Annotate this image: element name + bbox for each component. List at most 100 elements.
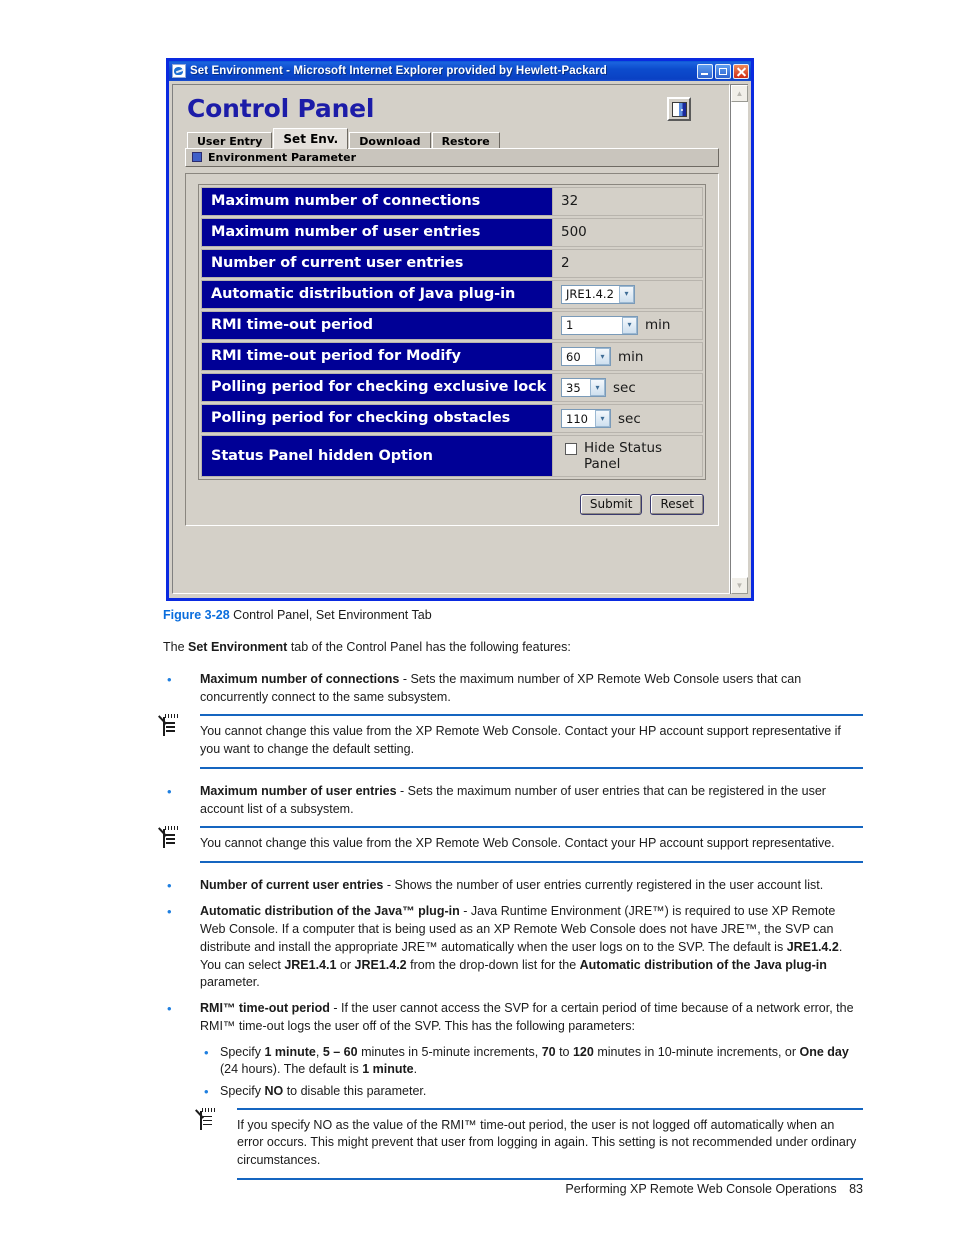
java-bullet-b3: JRE1.4.2 xyxy=(354,957,407,972)
document-body: Figure 3-28 Control Panel, Set Environme… xyxy=(163,608,863,1194)
control-panel-header: Control Panel xyxy=(185,93,719,123)
window-title: Set Environment - Microsoft Internet Exp… xyxy=(190,65,607,77)
sub-list-item-text: Specify 1 minute, 5 – 60 minutes in 5-mi… xyxy=(220,1044,863,1080)
java-bullet-p5: parameter. xyxy=(200,975,260,990)
java-bullet-b1: JRE1.4.2 xyxy=(786,939,839,954)
note-icon-wrap xyxy=(200,1107,237,1180)
select-rmi-timeout[interactable]: 1 ▾ xyxy=(561,315,638,335)
browser-document-area: Control Panel User Entry Set Env. Downlo… xyxy=(172,84,730,594)
section-header-label: Environment Parameter xyxy=(208,150,357,164)
select-rmi-timeout-modify[interactable]: 60 ▾ xyxy=(561,347,611,367)
param-label-max-user-entries: Maximum number of user entries xyxy=(201,217,553,247)
exit-button[interactable] xyxy=(667,97,691,121)
param-label-java-plugin-distribution: Automatic distribution of Java plug-in xyxy=(201,279,553,309)
param-label-current-user-entries: Number of current user entries xyxy=(201,248,553,278)
param-label-max-connections: Maximum number of connections xyxy=(201,186,553,216)
select-java-plugin-version[interactable]: JRE1.4.2 ▾ xyxy=(561,284,635,304)
chevron-down-icon: ▾ xyxy=(595,410,610,428)
table-row: Polling period for checking exclusive lo… xyxy=(201,373,703,403)
hide-status-panel-checkbox-wrap[interactable]: Hide Status Panel xyxy=(561,441,696,472)
list-item-text: Automatic distribution of the Java™ plug… xyxy=(200,903,863,992)
param-label-status-panel-hidden: Status Panel hidden Option xyxy=(201,435,553,478)
window-controls xyxy=(697,63,749,79)
tab-user-entry[interactable]: User Entry xyxy=(187,131,273,149)
select-rmi-timeout-modify-value: 60 xyxy=(566,349,581,364)
rmi-sub1-p1: Specify xyxy=(220,1044,265,1059)
param-value-rmi-timeout: 1 ▾ min xyxy=(553,310,703,341)
tab-download[interactable]: Download xyxy=(349,131,431,149)
param-value-max-connections: 32 xyxy=(553,186,703,216)
table-row: Number of current user entries 2 xyxy=(201,248,703,278)
list-item-bold: Number of current user entries xyxy=(200,878,384,892)
select-polling-exclusive-lock[interactable]: 35 ▾ xyxy=(561,378,606,398)
table-row: Polling period for checking obstacles 11… xyxy=(201,404,703,434)
bullet-icon: • xyxy=(167,1001,172,1017)
bullet-icon: • xyxy=(167,671,172,687)
list-item-bold: Maximum number of user entries xyxy=(200,783,397,798)
bullet-icon: • xyxy=(167,878,172,893)
list-item-bold: Maximum number of connections xyxy=(200,671,400,686)
browser-chrome: Control Panel User Entry Set Env. Downlo… xyxy=(169,81,751,598)
list-item: • Maximum number of user entries - Sets … xyxy=(163,783,863,819)
figure-caption-text: Control Panel, Set Environment Tab xyxy=(233,608,432,622)
note-text: You cannot change this value from the XP… xyxy=(200,826,863,863)
figure-number: Figure 3-28 xyxy=(163,608,230,622)
browser-window: Set Environment - Microsoft Internet Exp… xyxy=(166,58,754,601)
table-row: RMI time-out period for Modify 60 ▾ min xyxy=(201,342,703,372)
window-titlebar: Set Environment - Microsoft Internet Exp… xyxy=(169,61,751,81)
intro-bold: Set Environment xyxy=(188,640,288,654)
intro-after: tab of the Control Panel has the followi… xyxy=(287,640,571,654)
rmi-sub1-b5: One day xyxy=(799,1044,849,1059)
list-item-text: Number of current user entries - Shows t… xyxy=(200,877,863,895)
hide-status-panel-checkbox[interactable] xyxy=(565,443,577,456)
select-java-plugin-version-value: JRE1.4.2 xyxy=(566,287,614,302)
rmi-bullet-bold: RMI™ time-out period xyxy=(200,1001,330,1016)
scroll-up-icon[interactable]: ▲ xyxy=(731,85,748,102)
note-block: You cannot change this value from the XP… xyxy=(163,714,863,769)
tab-bar: User Entry Set Env. Download Restore xyxy=(187,127,719,149)
param-value-rmi-timeout-modify: 60 ▾ min xyxy=(553,342,703,372)
chevron-down-icon: ▾ xyxy=(595,348,610,366)
page-title: Control Panel xyxy=(187,94,375,123)
select-polling-exclusive-lock-value: 35 xyxy=(566,380,581,395)
vertical-scrollbar[interactable]: ▲ ▼ xyxy=(730,84,748,594)
tab-set-env[interactable]: Set Env. xyxy=(273,127,349,149)
page-number: 83 xyxy=(849,1182,863,1196)
param-value-polling-exclusive-lock: 35 ▾ sec xyxy=(553,373,703,403)
param-value-polling-obstacles: 110 ▾ sec xyxy=(553,404,703,434)
reset-button[interactable]: Reset xyxy=(650,494,704,516)
rmi-sub2-b1: NO xyxy=(264,1084,284,1099)
param-value-current-user-entries: 2 xyxy=(553,248,703,278)
table-row: RMI time-out period 1 ▾ min xyxy=(201,310,703,341)
scroll-down-icon[interactable]: ▼ xyxy=(731,577,748,594)
section-marker-icon xyxy=(192,152,202,162)
note-block: You cannot change this value from the XP… xyxy=(163,826,863,863)
submit-button[interactable]: Submit xyxy=(579,494,643,516)
minimize-button[interactable] xyxy=(697,63,713,79)
table-row: Automatic distribution of Java plug-in J… xyxy=(201,279,703,309)
tab-restore[interactable]: Restore xyxy=(431,131,500,149)
note-icon-wrap xyxy=(163,826,200,863)
table-row: Status Panel hidden Option Hide Status P… xyxy=(201,435,703,478)
rmi-sub1-p2: , xyxy=(315,1044,323,1059)
bullet-icon: • xyxy=(167,783,172,799)
list-item-text: RMI™ time-out period - If the user canno… xyxy=(200,1000,863,1036)
rmi-sub1-b1: 1 minute xyxy=(264,1044,316,1059)
footer-text: Performing XP Remote Web Console Operati… xyxy=(565,1182,837,1196)
bullet-icon: • xyxy=(167,904,172,920)
list-item-java-plugin: • Automatic distribution of the Java™ pl… xyxy=(163,903,863,992)
select-rmi-timeout-value: 1 xyxy=(566,318,574,333)
select-polling-obstacles[interactable]: 110 ▾ xyxy=(561,409,611,429)
rmi-sub2-p2: to disable this parameter. xyxy=(283,1084,427,1099)
sub-list-item: • Specify 1 minute, 5 – 60 minutes in 5-… xyxy=(200,1044,863,1080)
sub-list-item-text: Specify NO to disable this parameter. xyxy=(220,1083,863,1101)
intro-paragraph: The Set Environment tab of the Control P… xyxy=(163,639,863,657)
maximize-button[interactable] xyxy=(715,63,731,79)
unit-polling-obstacles: sec xyxy=(618,410,641,427)
parameter-table: Maximum number of connections 32 Maximum… xyxy=(198,183,706,481)
java-bullet-p4: from the drop-down list for the xyxy=(406,957,580,972)
note-icon xyxy=(200,1107,215,1130)
unit-polling-exclusive-lock: sec xyxy=(613,379,636,396)
close-button[interactable] xyxy=(733,63,749,79)
list-item-text: Maximum number of connections - Sets the… xyxy=(200,671,863,707)
